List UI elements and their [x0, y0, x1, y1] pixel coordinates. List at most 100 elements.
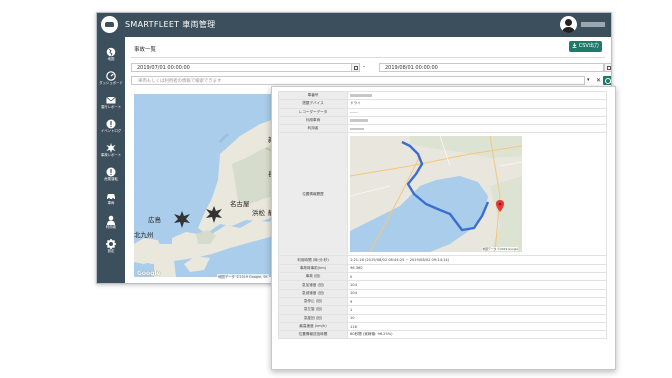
row-key: 急左旋 (回) — [278, 305, 348, 315]
user-name-redacted[interactable] — [581, 22, 605, 27]
crash-icon — [106, 143, 116, 153]
search-button[interactable] — [603, 76, 611, 85]
table-row: 利用車両 — [278, 115, 607, 126]
mail-icon — [106, 96, 116, 104]
app-title: SMARTFLEET 車両管理 — [125, 20, 216, 29]
globe-icon — [106, 47, 116, 57]
sidebar-item-settings[interactable]: 設定 — [97, 239, 125, 263]
dashboard-icon — [106, 71, 116, 81]
table-row: 急減速度 (回) 104 — [278, 288, 607, 298]
row-value-redacted — [347, 115, 607, 126]
table-row: 位置情報履歴 地図データ ©2019 Google — [278, 132, 607, 257]
row-key: 事故 (回) — [278, 272, 348, 282]
table-row: 急停止 (回) 9 — [278, 296, 607, 307]
sidebar: 地図 ダッシュボード 運行レポート イベントログ 事故レポート 危険運転 車両 — [97, 37, 125, 283]
sidebar-item-event-log[interactable]: イベントログ — [97, 119, 125, 143]
route-map-credit: 地図データ ©2019 Google — [482, 247, 518, 252]
detail-table: 車番号 搭載デバイス ドライ レコーダーデータ ------ 利用車両 利用者 位置… — [278, 90, 607, 340]
map-label-hiroshima: 広島 — [148, 215, 162, 224]
avatar[interactable] — [560, 16, 577, 33]
row-key: 最高速度 (km/h) — [278, 321, 348, 332]
map-label-kitakyushu: 北九州 — [134, 230, 154, 239]
table-row: 急加速度 (回) 104 — [278, 280, 607, 290]
table-row: 位置情報送信時間 60秒間 (実稼働: 96.25%) — [278, 330, 607, 340]
row-value-redacted — [347, 124, 607, 134]
search-input[interactable]: 車両もしくは利用者の情報で検索できます — [131, 76, 585, 85]
sidebar-item-accident-report[interactable]: 事故レポート — [97, 143, 125, 167]
gear-icon — [106, 239, 116, 249]
csv-export-label: CSV出力 — [578, 43, 599, 49]
row-key: 利用者 — [278, 124, 348, 134]
sidebar-item-label: ダッシュボード — [99, 81, 123, 85]
row-value: 9 — [347, 296, 607, 307]
chevron-down-icon[interactable]: ▾ — [587, 77, 590, 83]
user-icon — [107, 215, 115, 225]
top-bar: SMARTFLEET 車両管理 — [97, 13, 611, 37]
row-value: 104 — [347, 288, 607, 298]
row-value: 10 — [347, 313, 607, 323]
sidebar-item-label: 設定 — [107, 249, 115, 253]
date-range-separator: - — [363, 63, 366, 70]
sidebar-item-label: 運行レポート — [100, 105, 122, 109]
sidebar-item-label: 地図 — [107, 57, 115, 61]
alert-icon — [106, 119, 116, 129]
sidebar-item-dangerous-driving[interactable]: 危険運転 — [97, 167, 125, 191]
row-key: 急停止 (回) — [278, 296, 348, 307]
table-row: 車番号 — [278, 90, 607, 101]
car-icon — [107, 194, 115, 200]
row-key: 位置情報送信時間 — [278, 330, 348, 340]
table-row: 急旋回 (回) 10 — [278, 313, 607, 323]
row-value: 104 — [347, 280, 607, 290]
sidebar-item-label: イベントログ — [100, 129, 122, 133]
table-row: 最高速度 (km/h) 118 — [278, 321, 607, 332]
row-key: 急加速度 (回) — [278, 280, 348, 290]
route-map[interactable]: 地図データ ©2019 Google — [350, 136, 522, 253]
route-map-graphic — [350, 136, 522, 253]
row-key: 搭載デバイス — [278, 99, 348, 109]
row-key: 車番号 — [278, 90, 348, 101]
sidebar-item-vehicles[interactable]: 車両 — [97, 191, 125, 215]
csv-export-button[interactable]: CSV出力 — [569, 41, 602, 52]
date-to-calendar-button[interactable] — [604, 63, 611, 72]
row-key: レコーダーデータ — [278, 107, 348, 117]
row-key: 利用時間 (時:分:秒) — [278, 255, 348, 265]
table-row: レコーダーデータ ------ — [278, 107, 607, 117]
row-value: 118 — [347, 321, 607, 332]
table-row: 搭載デバイス ドライ — [278, 99, 607, 109]
table-row: 利用時間 (時:分:秒) 1:21:16 (2019/08/02 08:44:25… — [278, 255, 607, 265]
calendar-icon — [354, 66, 358, 70]
accident-map[interactable]: 新潟 長野 名古屋 浜松 静岡 広島 北九州 — [134, 94, 282, 277]
row-value: 1 — [347, 305, 607, 315]
row-key: 急減速度 (回) — [278, 288, 348, 298]
google-logo: Google — [137, 270, 161, 277]
page-title: 事故一覧 — [134, 47, 157, 53]
map-label-nagoya: 名古屋 — [230, 199, 250, 208]
row-value-redacted — [347, 90, 607, 101]
row-value: 1:21:16 (2019/08/02 08:44:25 ~ 2019/08/0… — [347, 255, 607, 265]
sidebar-item-map[interactable]: 地図 — [97, 47, 125, 71]
row-value: 地図データ ©2019 Google — [347, 132, 607, 257]
sidebar-item-users[interactable]: 利用者 — [97, 215, 125, 239]
table-row: 事故 (回) 0 — [278, 272, 607, 282]
clear-search-button[interactable]: ✕ — [594, 76, 603, 85]
divider — [131, 57, 605, 58]
sidebar-item-label: 利用者 — [105, 225, 117, 229]
sidebar-item-trip-report[interactable]: 運行レポート — [97, 95, 125, 119]
row-value: 96.360 — [347, 263, 607, 274]
app-logo[interactable] — [101, 16, 118, 33]
date-from-calendar-button[interactable] — [351, 63, 360, 72]
table-row: 利用者 — [278, 124, 607, 134]
sidebar-item-dashboard[interactable]: ダッシュボード — [97, 71, 125, 95]
table-row: 事故時事前(km) 96.360 — [278, 263, 607, 274]
calendar-icon — [607, 66, 611, 70]
date-from-input[interactable]: 2019/07/01 00:00:00 — [131, 63, 352, 72]
row-key: 位置情報履歴 — [278, 132, 348, 257]
map-credit: 地図データ ©2019 Google, SK — [217, 274, 269, 279]
sidebar-item-label: 事故レポート — [100, 153, 122, 157]
warning-icon — [106, 167, 116, 177]
map-label-hamamatsu: 浜松 — [252, 208, 266, 217]
date-to-input[interactable]: 2019/08/01 00:00:00 — [379, 63, 604, 72]
row-value: ------ — [347, 107, 607, 117]
row-key: 急旋回 (回) — [278, 313, 348, 323]
sidebar-item-label: 危険運転 — [104, 177, 118, 181]
